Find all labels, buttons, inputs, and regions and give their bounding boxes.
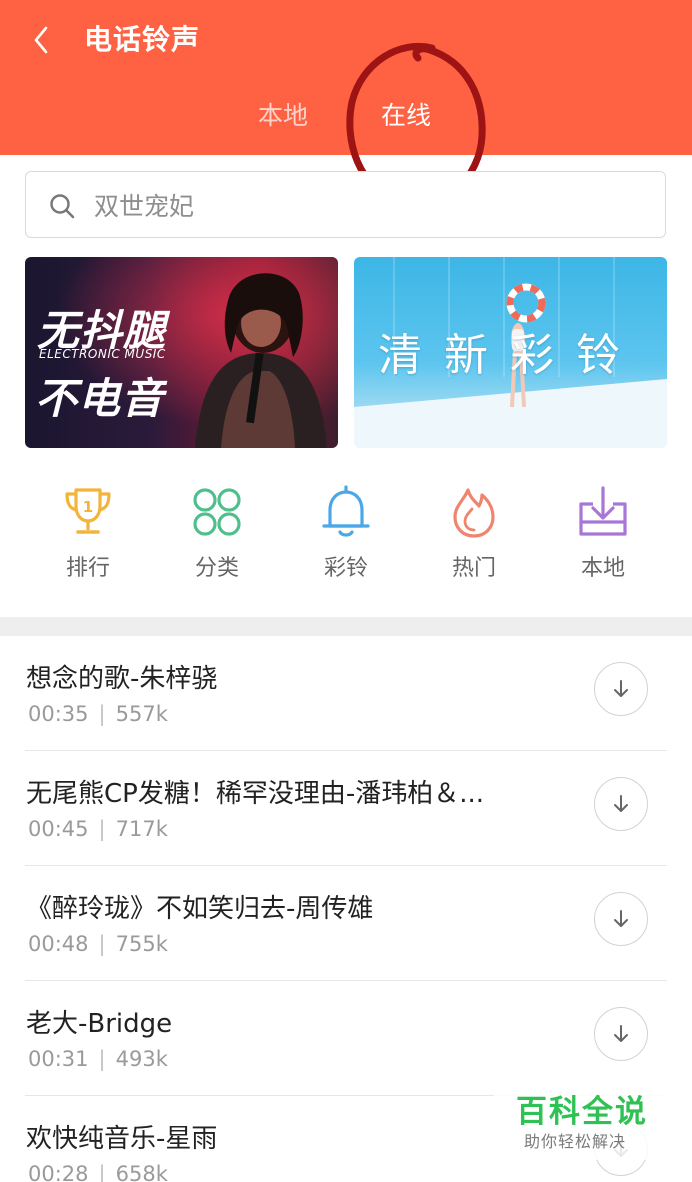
watermark-subtitle: 助你轻松解决	[524, 1132, 627, 1151]
banner-fresh-ringtone[interactable]: 清新彩铃	[354, 257, 667, 448]
page-title: 电话铃声	[84, 23, 201, 56]
trophy-badge: 1	[83, 498, 93, 516]
chevron-left-icon	[34, 26, 48, 54]
separator: |	[98, 1047, 106, 1071]
song-size: 493k	[115, 1047, 168, 1071]
song-size: 658k	[115, 1162, 168, 1182]
category-classify[interactable]: 分类	[167, 480, 267, 590]
arrow-down-icon	[614, 1025, 628, 1042]
bell-icon	[322, 485, 370, 537]
download-button[interactable]	[594, 662, 648, 716]
flame-icon	[453, 488, 495, 538]
arrow-down-icon	[614, 795, 628, 812]
tab-online[interactable]: 在线	[381, 94, 431, 138]
list-item[interactable]: 无尾熊CP发糖！稀罕没理由-潘玮柏＆... 00:45 | 717k	[0, 751, 692, 866]
tab-local[interactable]: 本地	[258, 94, 308, 138]
list-item[interactable]: 《醉玲珑》不如笑归去-周传雄 00:48 | 755k	[0, 866, 692, 981]
app-header: 电话铃声 本地 在线	[0, 0, 692, 155]
download-button[interactable]	[594, 1007, 648, 1061]
grid-circles-icon	[193, 488, 241, 536]
download-button[interactable]	[594, 892, 648, 946]
download-box-icon	[579, 486, 627, 536]
song-duration: 00:48	[28, 932, 89, 956]
song-meta: 00:35 | 557k	[28, 702, 168, 726]
trophy-icon: 1	[65, 488, 111, 534]
separator: |	[98, 702, 106, 726]
song-title: 欢快纯音乐-星雨	[26, 1124, 218, 1154]
arrow-down-icon	[614, 910, 628, 927]
category-color-ring[interactable]: 彩铃	[296, 480, 396, 590]
search-icon	[50, 194, 75, 219]
song-meta: 00:48 | 755k	[28, 932, 168, 956]
category-label: 排行	[65, 556, 110, 581]
song-meta: 00:31 | 493k	[28, 1047, 168, 1071]
category-label: 本地	[580, 556, 625, 581]
separator: |	[98, 932, 106, 956]
category-ranking[interactable]: 1 排行	[38, 480, 138, 590]
category-label: 彩铃	[323, 556, 368, 581]
song-size: 717k	[115, 817, 168, 841]
song-duration: 00:31	[28, 1047, 89, 1071]
song-size: 557k	[115, 702, 168, 726]
category-label: 热门	[451, 556, 496, 581]
banner-subtitle: ELECTRONIC MUSIC	[39, 347, 166, 361]
song-size: 755k	[115, 932, 168, 956]
watermark: 百科全说 助你轻松解决	[494, 1080, 692, 1160]
song-meta: 00:45 | 717k	[28, 817, 168, 841]
category-label: 分类	[194, 556, 239, 581]
list-item[interactable]: 老大-Bridge 00:31 | 493k	[0, 981, 692, 1096]
banner-title: 清新彩铃	[378, 330, 642, 381]
song-title: 想念的歌-朱梓骁	[26, 664, 218, 694]
category-local[interactable]: 本地	[553, 480, 653, 590]
song-duration: 00:45	[28, 817, 89, 841]
song-meta: 00:28 | 658k	[28, 1162, 168, 1182]
song-title: 《醉玲珑》不如笑归去-周传雄	[26, 894, 374, 924]
song-title: 老大-Bridge	[26, 1009, 173, 1039]
list-item[interactable]: 想念的歌-朱梓骁 00:35 | 557k	[0, 636, 692, 751]
watermark-title: 百科全说	[516, 1094, 648, 1130]
song-title: 无尾熊CP发糖！稀罕没理由-潘玮柏＆...	[26, 779, 485, 809]
section-divider	[0, 617, 692, 636]
song-duration: 00:28	[28, 1162, 89, 1182]
banner-title-line2: 不电音	[35, 374, 165, 423]
arrow-down-icon	[614, 680, 628, 697]
song-duration: 00:35	[28, 702, 89, 726]
banner-electronic-music[interactable]: 无抖腿 ELECTRONIC MUSIC 不电音	[25, 257, 338, 448]
separator: |	[98, 1162, 106, 1182]
download-button[interactable]	[594, 777, 648, 831]
search-bar[interactable]	[25, 171, 666, 238]
category-hot[interactable]: 热门	[424, 480, 524, 590]
back-button[interactable]	[26, 18, 62, 62]
separator: |	[98, 817, 106, 841]
search-input[interactable]	[92, 182, 656, 230]
